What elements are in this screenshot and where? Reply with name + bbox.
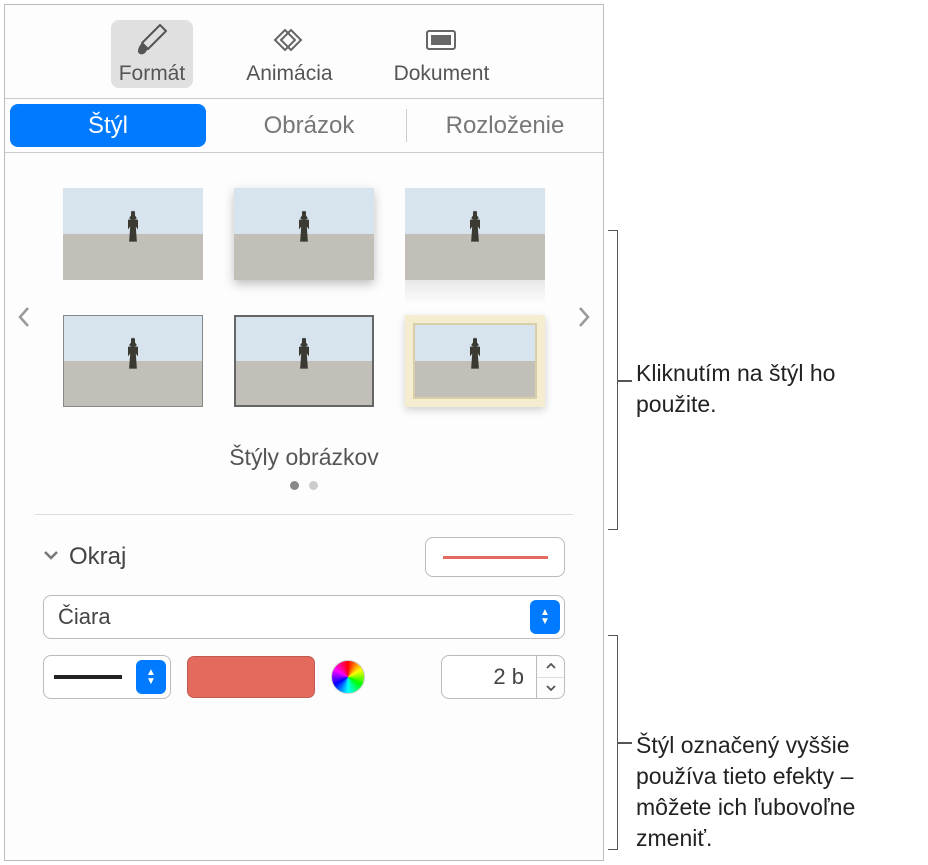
callout-connector-2: [618, 742, 632, 744]
border-width-stepper: 2 b: [441, 655, 565, 699]
border-controls-row: ▲ ▼ 2 b: [43, 655, 565, 699]
select-chevrons-icon: ▲ ▼: [530, 600, 560, 634]
stepper-up[interactable]: [537, 656, 564, 678]
styles-prev-arrow[interactable]: [11, 300, 37, 340]
paintbrush-icon: [130, 22, 174, 58]
slide-icon: [419, 22, 463, 58]
border-style-preview[interactable]: [425, 537, 565, 577]
callout-effects: Štýl označený vyššie používa tieto efekt…: [636, 730, 926, 854]
callout-connector-1: [618, 380, 632, 382]
chevron-down-icon: [43, 548, 59, 566]
format-inspector-panel: Formát Animácia Dokument Štýl: [4, 4, 604, 861]
line-style-sample: [54, 675, 122, 679]
animation-tab-label: Animácia: [246, 62, 332, 86]
callout-bracket-1: [608, 230, 618, 530]
callout-bracket-2: [608, 635, 618, 850]
style-thumb-reflection[interactable]: [405, 188, 545, 280]
image-styles-section: Štýly obrázkov: [5, 153, 603, 510]
border-type-select[interactable]: Čiara ▲ ▼: [43, 595, 565, 639]
section-divider: [35, 514, 573, 515]
document-tab-label: Dokument: [394, 62, 490, 86]
page-dot-1[interactable]: [290, 481, 299, 490]
style-thumb-thin-border[interactable]: [63, 315, 203, 407]
style-thumb-none[interactable]: [63, 188, 203, 280]
diamond-stack-icon: [267, 22, 311, 58]
stepper-down[interactable]: [537, 678, 564, 699]
line-style-select[interactable]: ▲ ▼: [43, 655, 171, 699]
style-thumb-thick-border[interactable]: [234, 315, 374, 407]
tab-layout[interactable]: Rozloženie: [407, 99, 603, 152]
style-thumb-frame[interactable]: [405, 315, 545, 407]
stepper-buttons: [537, 655, 565, 699]
border-section: Okraj Čiara ▲ ▼ ▲ ▼: [5, 519, 603, 717]
styles-next-arrow[interactable]: [571, 300, 597, 340]
styles-section-title: Štýly obrázkov: [15, 444, 593, 471]
animation-tab[interactable]: Animácia: [238, 20, 340, 88]
color-picker-icon[interactable]: [331, 660, 365, 694]
style-thumbnails-grid: [15, 173, 593, 422]
page-dot-2[interactable]: [309, 481, 318, 490]
select-chevrons-icon: ▲ ▼: [136, 660, 166, 694]
format-subtabs: Štýl Obrázok Rozloženie: [5, 99, 603, 153]
border-preview-line: [443, 556, 548, 559]
styles-page-indicator: [15, 481, 593, 490]
border-type-value: Čiara: [58, 604, 111, 630]
format-tab[interactable]: Formát: [111, 20, 194, 88]
callout-apply-style: Kliknutím na štýl ho použite.: [636, 358, 916, 420]
border-disclosure[interactable]: Okraj: [43, 543, 126, 571]
border-color-well[interactable]: [187, 656, 315, 698]
border-header-row: Okraj: [43, 537, 565, 577]
tab-style[interactable]: Štýl: [10, 104, 206, 147]
document-tab[interactable]: Dokument: [386, 20, 498, 88]
border-width-field[interactable]: 2 b: [441, 655, 537, 699]
border-section-label: Okraj: [69, 543, 126, 571]
format-tab-label: Formát: [119, 62, 186, 86]
inspector-toolbar: Formát Animácia Dokument: [5, 5, 603, 99]
style-thumb-shadow[interactable]: [234, 188, 374, 280]
tab-image[interactable]: Obrázok: [211, 99, 407, 152]
